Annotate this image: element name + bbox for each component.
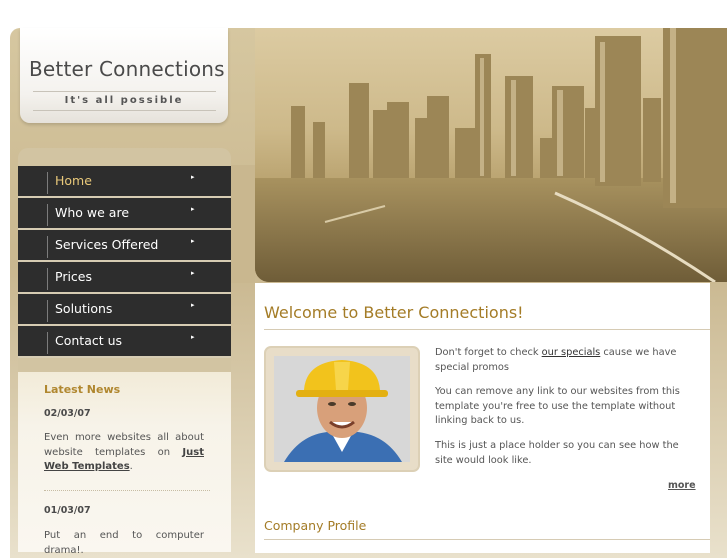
our-specials-link[interactable]: our specials <box>542 347 601 358</box>
nav-separator <box>47 300 48 322</box>
nav-item-solutions[interactable]: Solutions ▸ <box>18 294 231 326</box>
arrow-right-icon: ▸ <box>191 333 195 341</box>
nav-item-home[interactable]: Home ▸ <box>18 166 231 198</box>
worker-photo-frame <box>264 346 420 472</box>
news-date: 02/03/07 <box>44 408 91 419</box>
nav-item-services-offered[interactable]: Services Offered ▸ <box>18 230 231 262</box>
news-text: Even more websites all about website tem… <box>44 431 204 475</box>
news-text-part: Even more websites all about website tem… <box>44 432 204 458</box>
latest-news-panel: Latest News 02/03/07 Even more websites … <box>18 372 231 556</box>
news-divider <box>44 490 210 491</box>
arrow-right-icon: ▸ <box>191 173 195 181</box>
news-text: Put an end to computer drama!. <box>44 530 204 556</box>
nav-item-label: Prices <box>55 269 93 284</box>
section-underline <box>264 539 710 540</box>
nav-separator <box>47 204 48 226</box>
site-logo[interactable]: Better Connections It's all possible <box>20 28 228 123</box>
site-tagline: It's all possible <box>64 95 184 106</box>
arrow-right-icon: ▸ <box>191 269 195 277</box>
heading-underline <box>264 329 710 330</box>
placeholder-paragraph: This is just a place holder so you can s… <box>435 440 679 466</box>
arrow-right-icon: ▸ <box>191 237 195 245</box>
nav-separator <box>47 236 48 258</box>
nav-item-prices[interactable]: Prices ▸ <box>18 262 231 294</box>
arrow-right-icon: ▸ <box>191 301 195 309</box>
news-title: Latest News <box>44 383 121 396</box>
logo-divider <box>33 91 216 92</box>
nav-item-label: Contact us <box>55 333 123 348</box>
main-content: Welcome to Better Connections! Don't for… <box>255 283 710 553</box>
nav-item-label: Services Offered <box>55 237 159 252</box>
news-text-part: . <box>129 461 133 472</box>
arrow-right-icon: ▸ <box>191 205 195 213</box>
nav-item-who-we-are[interactable]: Who we are ▸ <box>18 198 231 230</box>
intro-text: Don't forget to check <box>435 347 542 358</box>
nav-item-label: Who we are <box>55 205 130 220</box>
nav-separator <box>47 172 48 194</box>
worker-photo <box>274 356 410 462</box>
welcome-heading: Welcome to Better Connections! <box>264 303 524 322</box>
news-date: 01/03/07 <box>44 505 91 516</box>
nav-item-label: Home <box>55 173 92 188</box>
city-skyline-photo <box>255 28 727 282</box>
site-title: Better Connections <box>29 57 225 81</box>
more-link[interactable]: more <box>668 480 696 491</box>
hero-corner <box>230 165 255 283</box>
remove-links-paragraph: You can remove any link to our websites … <box>435 386 680 426</box>
nav-item-label: Solutions <box>55 301 113 316</box>
nav-separator <box>47 332 48 354</box>
nav-separator <box>47 268 48 290</box>
intro-paragraph: Don't forget to check our specials cause… <box>435 346 695 375</box>
company-profile-heading: Company Profile <box>264 518 367 533</box>
nav-item-contact-us[interactable]: Contact us ▸ <box>18 326 231 358</box>
main-nav: Home ▸ Who we are ▸ Services Offered ▸ P… <box>18 166 231 358</box>
logo-divider <box>33 110 216 111</box>
